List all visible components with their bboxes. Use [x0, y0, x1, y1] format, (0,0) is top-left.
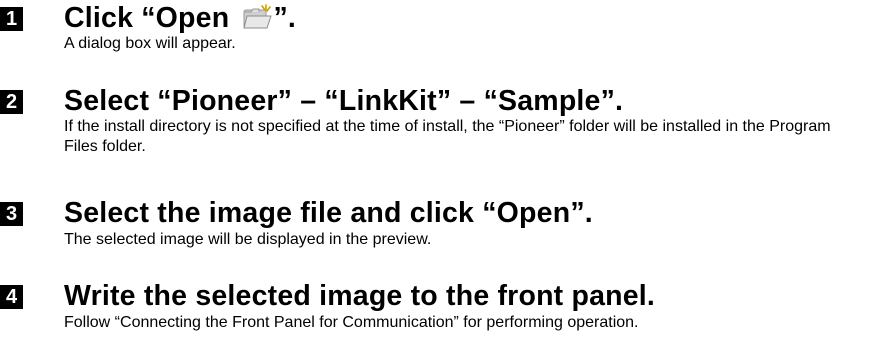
step-title-3: Select the image file and click “Open”.	[64, 197, 593, 229]
step-title-4: Write the selected image to the front pa…	[64, 280, 656, 312]
step-description-1: A dialog box will appear.	[64, 35, 236, 52]
step-description-2: If the install directory is not specifie…	[64, 118, 831, 155]
step-number-2: 2	[0, 90, 23, 114]
step-description-4: Follow “Connecting the Front Panel for C…	[64, 314, 639, 331]
step-description-3: The selected image will be displayed in …	[64, 231, 432, 248]
step-number-4: 4	[0, 285, 23, 309]
step-title-1-after: ”.	[273, 2, 297, 34]
step-title-2: Select “Pioneer” – “LinkKit” – “Sample”.	[64, 85, 624, 117]
step-number-1: 1	[0, 7, 23, 31]
step-title-1-before: Click “Open	[64, 2, 238, 34]
step-title-1: Click “Open ”.	[64, 2, 296, 34]
open-folder-icon	[243, 4, 273, 29]
step-number-3: 3	[0, 202, 23, 226]
